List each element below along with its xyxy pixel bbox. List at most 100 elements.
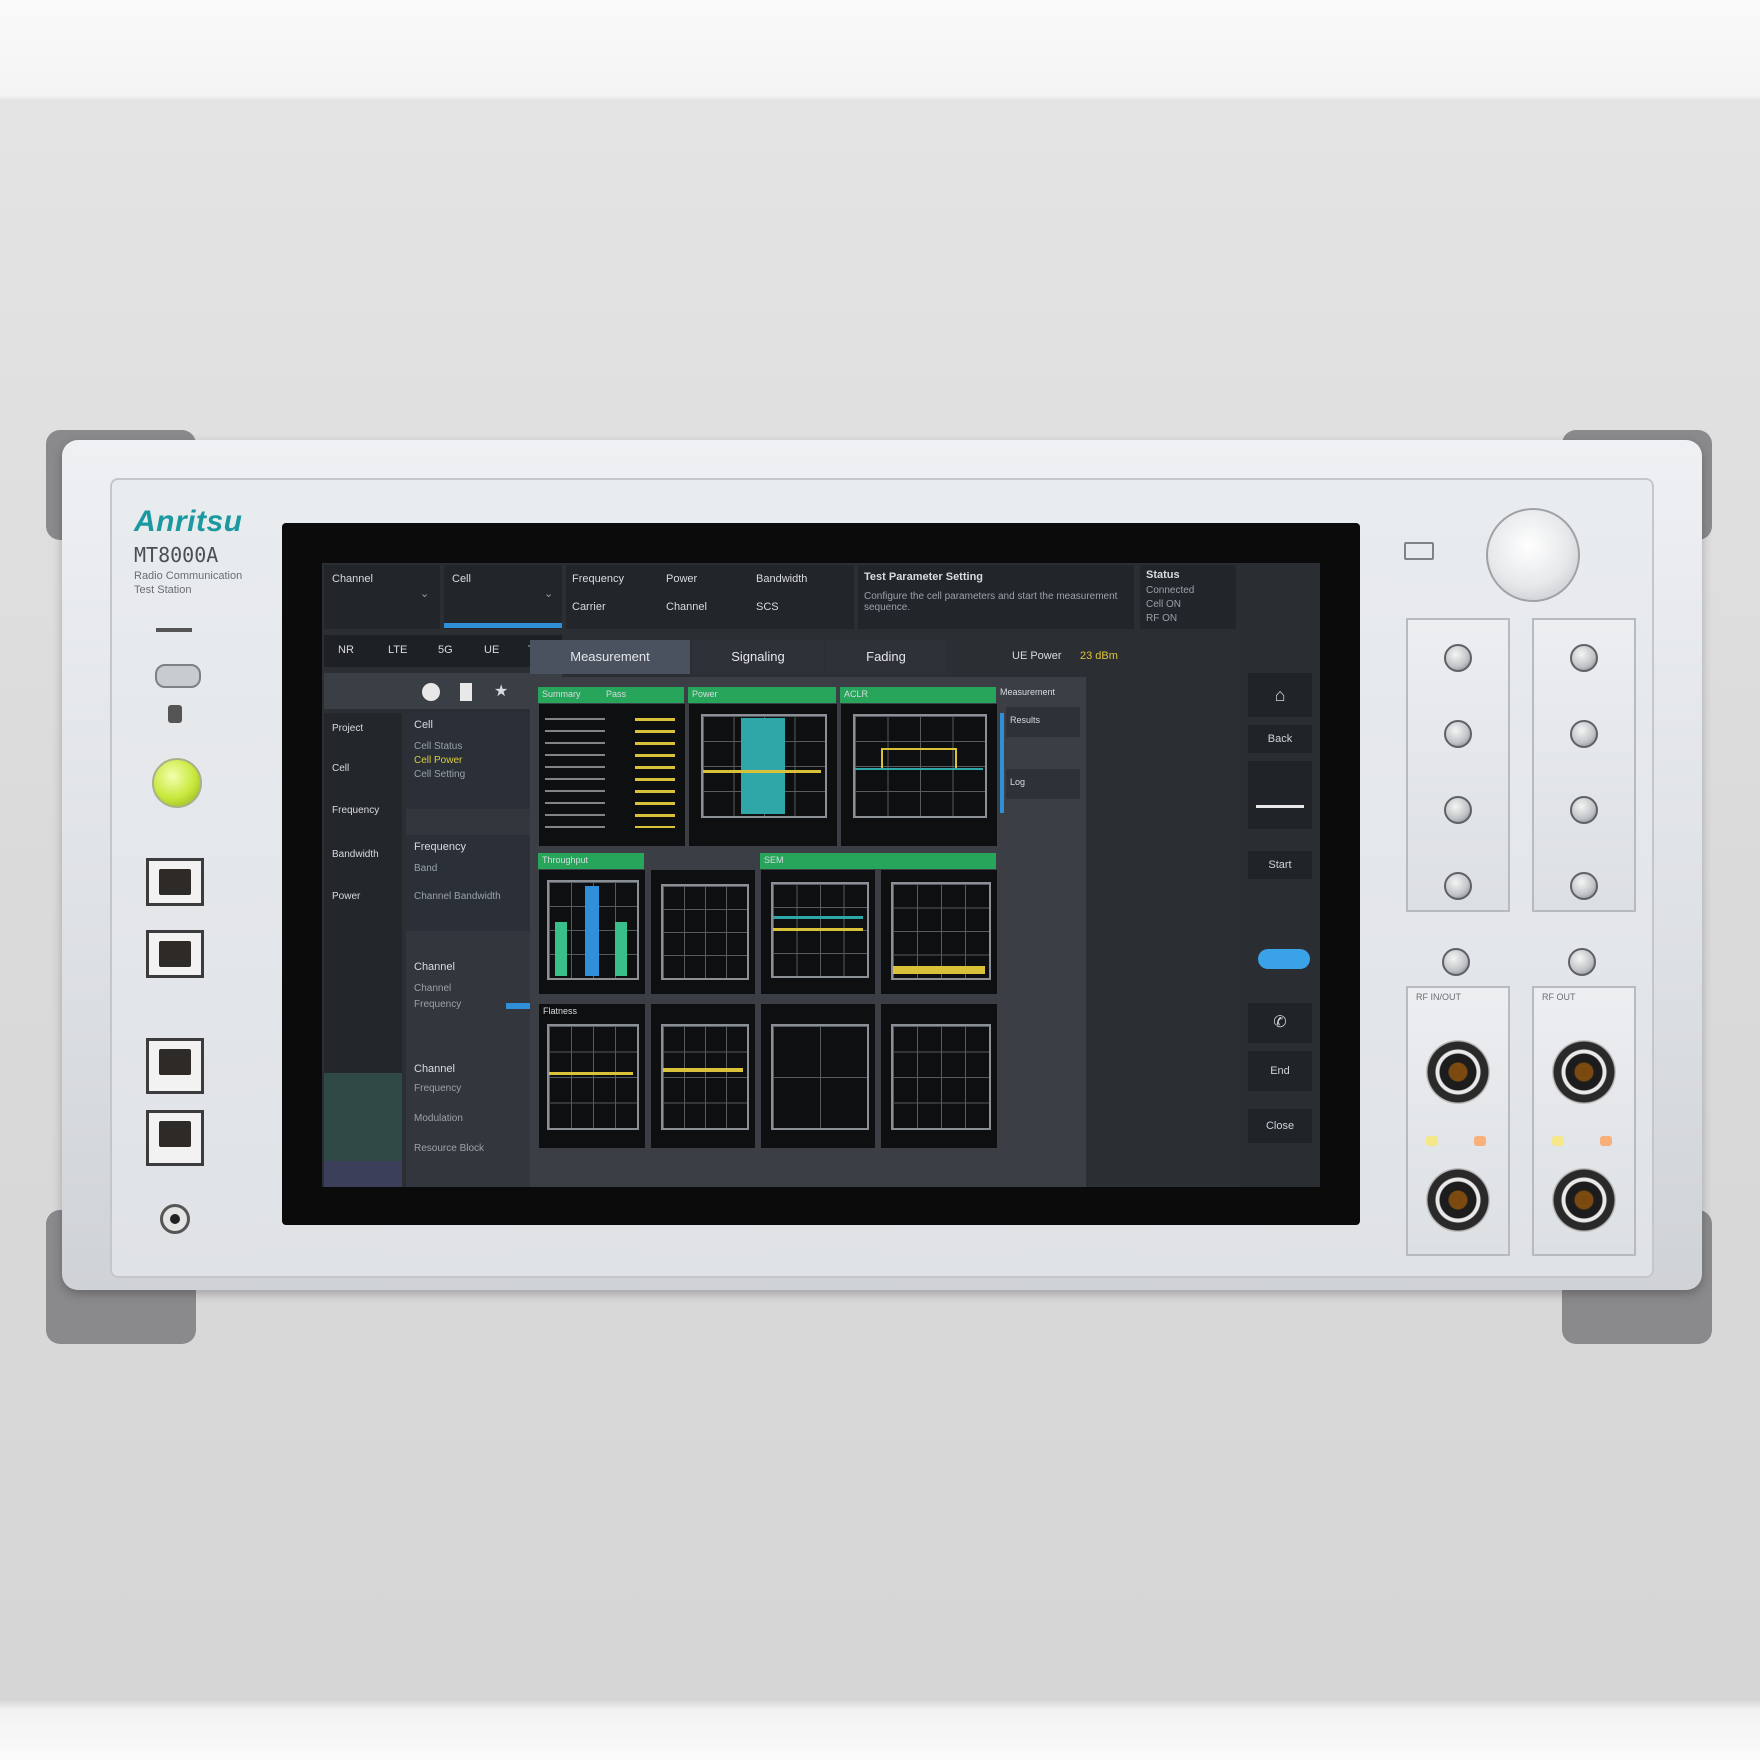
status-led [1600, 1136, 1612, 1146]
audio-jack[interactable] [160, 1204, 190, 1234]
param-label: Carrier [572, 601, 606, 613]
aclr-plot[interactable] [840, 703, 998, 847]
flatness-plot[interactable]: Flatness [538, 1003, 646, 1149]
power-button[interactable] [152, 758, 202, 808]
sem-plot[interactable] [650, 869, 756, 995]
smb-connector[interactable] [1570, 796, 1598, 824]
usb-port[interactable] [146, 1038, 204, 1094]
smb-connector[interactable] [1444, 796, 1472, 824]
lan-port[interactable] [146, 858, 204, 906]
rf-connector[interactable] [1426, 1168, 1490, 1232]
param-label: Power [666, 573, 698, 585]
rf-connector[interactable] [1552, 1168, 1616, 1232]
model-description: Test Station [134, 584, 192, 596]
settings-icon[interactable] [422, 683, 440, 701]
sidebar-toolbar: ★ ⌕ [324, 673, 562, 709]
close-button[interactable]: Close [1248, 1109, 1312, 1143]
usb-port[interactable] [146, 1110, 204, 1166]
pass-bar: SEM [760, 853, 996, 869]
pass-bar: Power [688, 687, 836, 703]
smb-connector[interactable] [1444, 644, 1472, 672]
end-call-button[interactable]: End [1248, 1051, 1312, 1091]
pass-bar: Summary Pass [538, 687, 684, 703]
evm-plot[interactable] [760, 869, 876, 995]
sidebar-highlight [324, 1161, 402, 1187]
sidebar-tab[interactable]: UE [484, 644, 499, 656]
param-label: SCS [756, 601, 779, 613]
tab-signaling[interactable]: Signaling [692, 640, 824, 674]
rotary-knob[interactable] [1486, 508, 1580, 602]
smb-connector[interactable] [1570, 872, 1598, 900]
tab-measurement[interactable]: Measurement [530, 640, 690, 674]
indicator-bar [156, 628, 192, 632]
throughput-plot[interactable] [538, 869, 646, 995]
pass-bar: Throughput [538, 853, 644, 869]
lan-port[interactable] [146, 930, 204, 978]
lock-icon [168, 705, 182, 723]
smb-connector[interactable] [1444, 720, 1472, 748]
status-led [1474, 1136, 1486, 1146]
home-icon: ⌂ [1274, 685, 1286, 705]
model-description: Radio Communication [134, 570, 243, 582]
sidebar-nav-item[interactable]: Project [332, 723, 363, 734]
side-list: Measurement Results Log [1000, 687, 1080, 837]
param-label: Frequency [572, 573, 624, 585]
model-name: MT8000A [134, 543, 219, 567]
sidebar-nav-item[interactable]: Power [332, 891, 360, 902]
call-button[interactable]: ✆ [1248, 1003, 1312, 1043]
start-button[interactable]: Start [1248, 851, 1312, 879]
connector-module [1406, 618, 1510, 912]
smb-connector[interactable] [1570, 644, 1598, 672]
obw-plot[interactable] [880, 869, 998, 995]
summary-table[interactable] [538, 703, 686, 847]
home-button[interactable]: ⌂ [1248, 673, 1312, 717]
sidebar-nav: Project Cell Frequency Bandwidth Power [324, 713, 402, 1187]
status-led [1552, 1136, 1564, 1146]
toggle-switch[interactable] [1258, 949, 1310, 969]
plot-cell[interactable] [880, 1003, 998, 1149]
selection-indicator [444, 623, 562, 628]
connector-module [1532, 618, 1636, 912]
rf-connector[interactable] [1426, 1040, 1490, 1104]
tab-fading[interactable]: Fading [826, 640, 946, 674]
smb-connector[interactable] [1442, 948, 1470, 976]
param-label: Channel [666, 601, 707, 613]
back-button[interactable]: Back [1248, 725, 1312, 753]
info-title: Test Parameter Setting [864, 571, 984, 583]
constellation-plot[interactable] [760, 1003, 876, 1149]
smb-connector[interactable] [1568, 948, 1596, 976]
sidebar-tab[interactable]: NR [338, 644, 354, 656]
brand-logo: Anritsu [134, 505, 243, 538]
chevron-down-icon: ⌄ [420, 588, 430, 600]
sidebar-nav-item[interactable]: Bandwidth [332, 849, 379, 860]
phone-icon: ✆ [1273, 1014, 1287, 1031]
touch-display: Channel ⌄ Cell ⌄ Frequency Power Bandwid… [322, 563, 1320, 1187]
star-icon[interactable]: ★ [494, 681, 508, 701]
chevron-down-icon: ⌄ [544, 588, 554, 600]
channel-selector[interactable]: Channel ⌄ [324, 565, 440, 629]
info-panel: Test Parameter Setting Configure the cel… [858, 565, 1134, 629]
status-led [1426, 1136, 1438, 1146]
encoder-icon [1404, 542, 1434, 560]
rf-module: RF OUT [1532, 986, 1636, 1256]
status-value: 23 dBm [1080, 650, 1118, 662]
sidebar-nav-item[interactable]: Cell [332, 763, 349, 774]
param-label: Bandwidth [756, 573, 808, 585]
sidebar-tab[interactable]: 5G [438, 644, 453, 656]
plot-cell[interactable] [650, 1003, 756, 1149]
header-parameters: Frequency Power Bandwidth Carrier Channe… [566, 565, 854, 629]
rf-module: RF IN/OUT [1406, 986, 1510, 1256]
info-text: Configure the cell parameters and start … [864, 591, 1118, 613]
power-plot[interactable] [688, 703, 838, 847]
sidebar-tab[interactable]: LTE [388, 644, 407, 656]
dvi-switch[interactable] [155, 664, 201, 688]
marker-icon[interactable] [460, 683, 472, 701]
sidebar-tabbar: NR LTE 5G UE TX [324, 635, 562, 667]
cell-selector[interactable]: Cell ⌄ [444, 565, 562, 629]
smb-connector[interactable] [1444, 872, 1472, 900]
rf-connector[interactable] [1552, 1040, 1616, 1104]
smb-connector[interactable] [1570, 720, 1598, 748]
status-panel: Status Connected Cell ON RF ON [1140, 565, 1236, 629]
level-control[interactable] [1248, 761, 1312, 829]
sidebar-nav-item[interactable]: Frequency [332, 805, 379, 816]
